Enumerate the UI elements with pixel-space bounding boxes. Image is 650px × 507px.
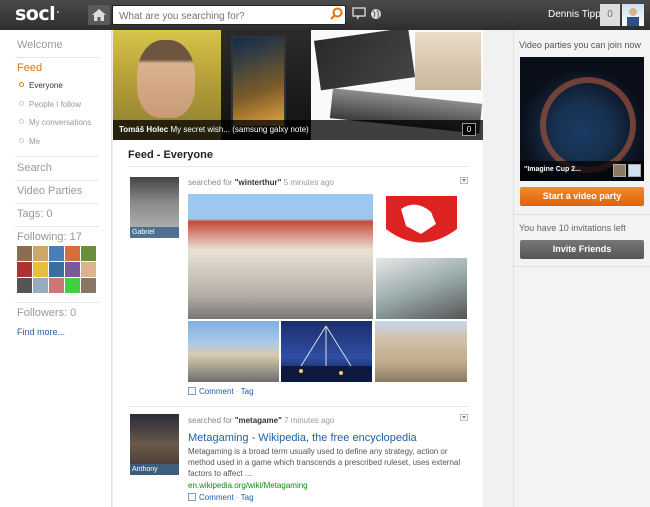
nav-feed-everyone[interactable]: Everyone [19,81,63,90]
globe-icon[interactable] [370,8,382,20]
notification-count[interactable]: 0 [600,4,620,26]
nav-video-parties[interactable]: Video Parties [17,185,82,197]
right-sidebar: Video parties you can join now "Imagine … [513,30,650,507]
divider [514,266,650,267]
post-avatar[interactable]: Anthony [130,414,179,475]
divider [15,203,99,204]
comment-icon [188,493,196,501]
top-bar: socl. Dennis Tippe 0 [0,0,650,30]
avatar[interactable] [65,278,80,293]
radio-icon [19,119,24,124]
invitations-text: You have 10 invitations left [519,223,626,233]
tag-link[interactable]: Tag [241,387,254,396]
result-image[interactable] [188,321,279,382]
avatar[interactable] [33,246,48,261]
avatar[interactable] [49,246,64,261]
radio-icon [19,82,24,87]
avatar[interactable] [17,278,32,293]
avatar[interactable] [49,278,64,293]
post-menu-button[interactable] [460,177,468,184]
divider [128,406,468,407]
nav-tags[interactable]: Tags: 0 [17,208,52,220]
banner-caption: Tomáš Holec My secret wish... (samsung g… [113,120,483,140]
nav-welcome[interactable]: Welcome [17,39,63,51]
post-meta: searched for "winterthur" 5 minutes ago [188,178,334,187]
avatar[interactable] [17,262,32,277]
result-snippet: Metagaming is a broad term usually used … [188,447,461,478]
nav-following[interactable]: Following: 17 [17,231,82,243]
nav-feed-my-conversations[interactable]: My conversations [19,118,91,127]
avatar[interactable] [33,278,48,293]
post-author[interactable]: Anthony [130,464,179,475]
radio-icon [19,138,24,143]
post-avatar[interactable]: Gabriel [130,177,179,238]
avatar[interactable] [81,246,96,261]
post-meta: searched for "metagame" 7 minutes ago [188,416,335,425]
participant-avatar[interactable] [613,164,626,177]
result-image[interactable] [376,194,467,256]
result-image[interactable] [375,321,467,382]
result-image[interactable] [376,258,467,319]
home-icon [92,9,106,21]
search-query-link[interactable]: "winterthur" [235,178,282,187]
socl-logo[interactable]: socl. [15,3,60,25]
avatar[interactable] [65,246,80,261]
avatar[interactable] [81,262,96,277]
timestamp: 7 minutes ago [284,416,335,425]
divider [15,57,99,58]
result-image[interactable] [188,194,373,319]
user-name[interactable]: Dennis Tippe [548,9,606,20]
banner-author[interactable]: Tomáš Holec [119,125,168,134]
result-title-link[interactable]: Metagaming - Wikipedia, the free encyclo… [188,432,417,444]
timestamp: 5 minutes ago [283,178,334,187]
left-sidebar: Welcome Feed Everyone People I follow My… [0,30,112,507]
tag-link[interactable]: Tag [241,493,254,502]
search-input[interactable] [112,5,346,25]
featured-banner[interactable]: Tomáš Holec My secret wish... (samsung g… [113,30,483,140]
avatar[interactable] [65,262,80,277]
avatar[interactable] [33,262,48,277]
divider [128,166,468,167]
video-party-card[interactable]: "Imagine Cup 2... [520,57,644,181]
comment-icon [188,387,196,395]
nav-followers[interactable]: Followers: 0 [17,307,76,319]
user-avatar[interactable] [622,4,644,26]
search-icon[interactable] [330,7,343,20]
banner-count: 0 [462,123,476,136]
result-image[interactable] [281,321,372,382]
post-menu-button[interactable] [460,414,468,421]
post-actions: Comment · Tag [188,493,254,502]
avatar[interactable] [17,246,32,261]
post-author[interactable]: Gabriel [130,227,179,238]
nav-feed[interactable]: Feed [17,62,42,74]
find-more-link[interactable]: Find more... [17,327,65,337]
chat-icon[interactable] [352,7,366,21]
page-title: Feed - Everyone [128,149,213,161]
divider [15,226,99,227]
divider [15,180,99,181]
search-query-link[interactable]: "metagame" [235,416,282,425]
comment-link[interactable]: Comment [199,387,234,396]
nav-search[interactable]: Search [17,162,52,174]
participant-avatar[interactable] [628,164,641,177]
invite-friends-button[interactable]: Invite Friends [520,240,644,259]
nav-feed-people-i-follow[interactable]: People I follow [19,100,81,109]
home-button[interactable] [88,5,110,25]
following-avatars [17,246,99,294]
result-url[interactable]: en.wikipedia.org/wiki/Metagaming [188,481,308,490]
start-video-party-button[interactable]: Start a video party [520,187,644,206]
radio-icon [19,101,24,106]
avatar[interactable] [49,262,64,277]
comment-link[interactable]: Comment [199,493,234,502]
divider [514,214,650,215]
avatar[interactable] [81,278,96,293]
main-feed: Tomáš Holec My secret wish... (samsung g… [113,30,483,507]
divider [15,156,99,157]
nav-feed-me[interactable]: Me [19,137,40,146]
divider [15,302,99,303]
post-actions: Comment · Tag [188,387,254,396]
video-parties-title: Video parties you can join now [519,40,641,50]
